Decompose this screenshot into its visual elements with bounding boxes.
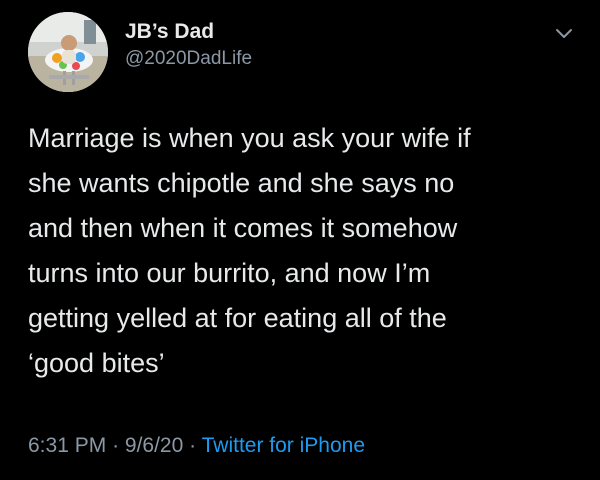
metadata-separator: · (112, 434, 120, 457)
tweet-header: JB’s Dad @2020DadLife (28, 12, 576, 92)
metadata-separator: · (189, 434, 197, 457)
tweet-card: JB’s Dad @2020DadLife Marriage is when y… (0, 0, 600, 480)
user-handle[interactable]: @2020DadLife (125, 48, 252, 70)
chevron-down-icon[interactable] (552, 22, 576, 46)
baby-in-walker-avatar-icon (28, 12, 108, 92)
avatar[interactable] (28, 12, 108, 92)
display-name[interactable]: JB’s Dad (125, 20, 252, 44)
tweet-metadata: 6:31 PM · 9/6/20 · Twitter for iPhone (28, 433, 365, 459)
tweet-time[interactable]: 6:31 PM (28, 434, 106, 457)
user-names: JB’s Dad @2020DadLife (125, 20, 252, 70)
tweet-date[interactable]: 9/6/20 (125, 434, 183, 457)
tweet-text: Marriage is when you ask your wife if sh… (28, 123, 471, 378)
tweet-source-link[interactable]: Twitter for iPhone (202, 434, 365, 457)
